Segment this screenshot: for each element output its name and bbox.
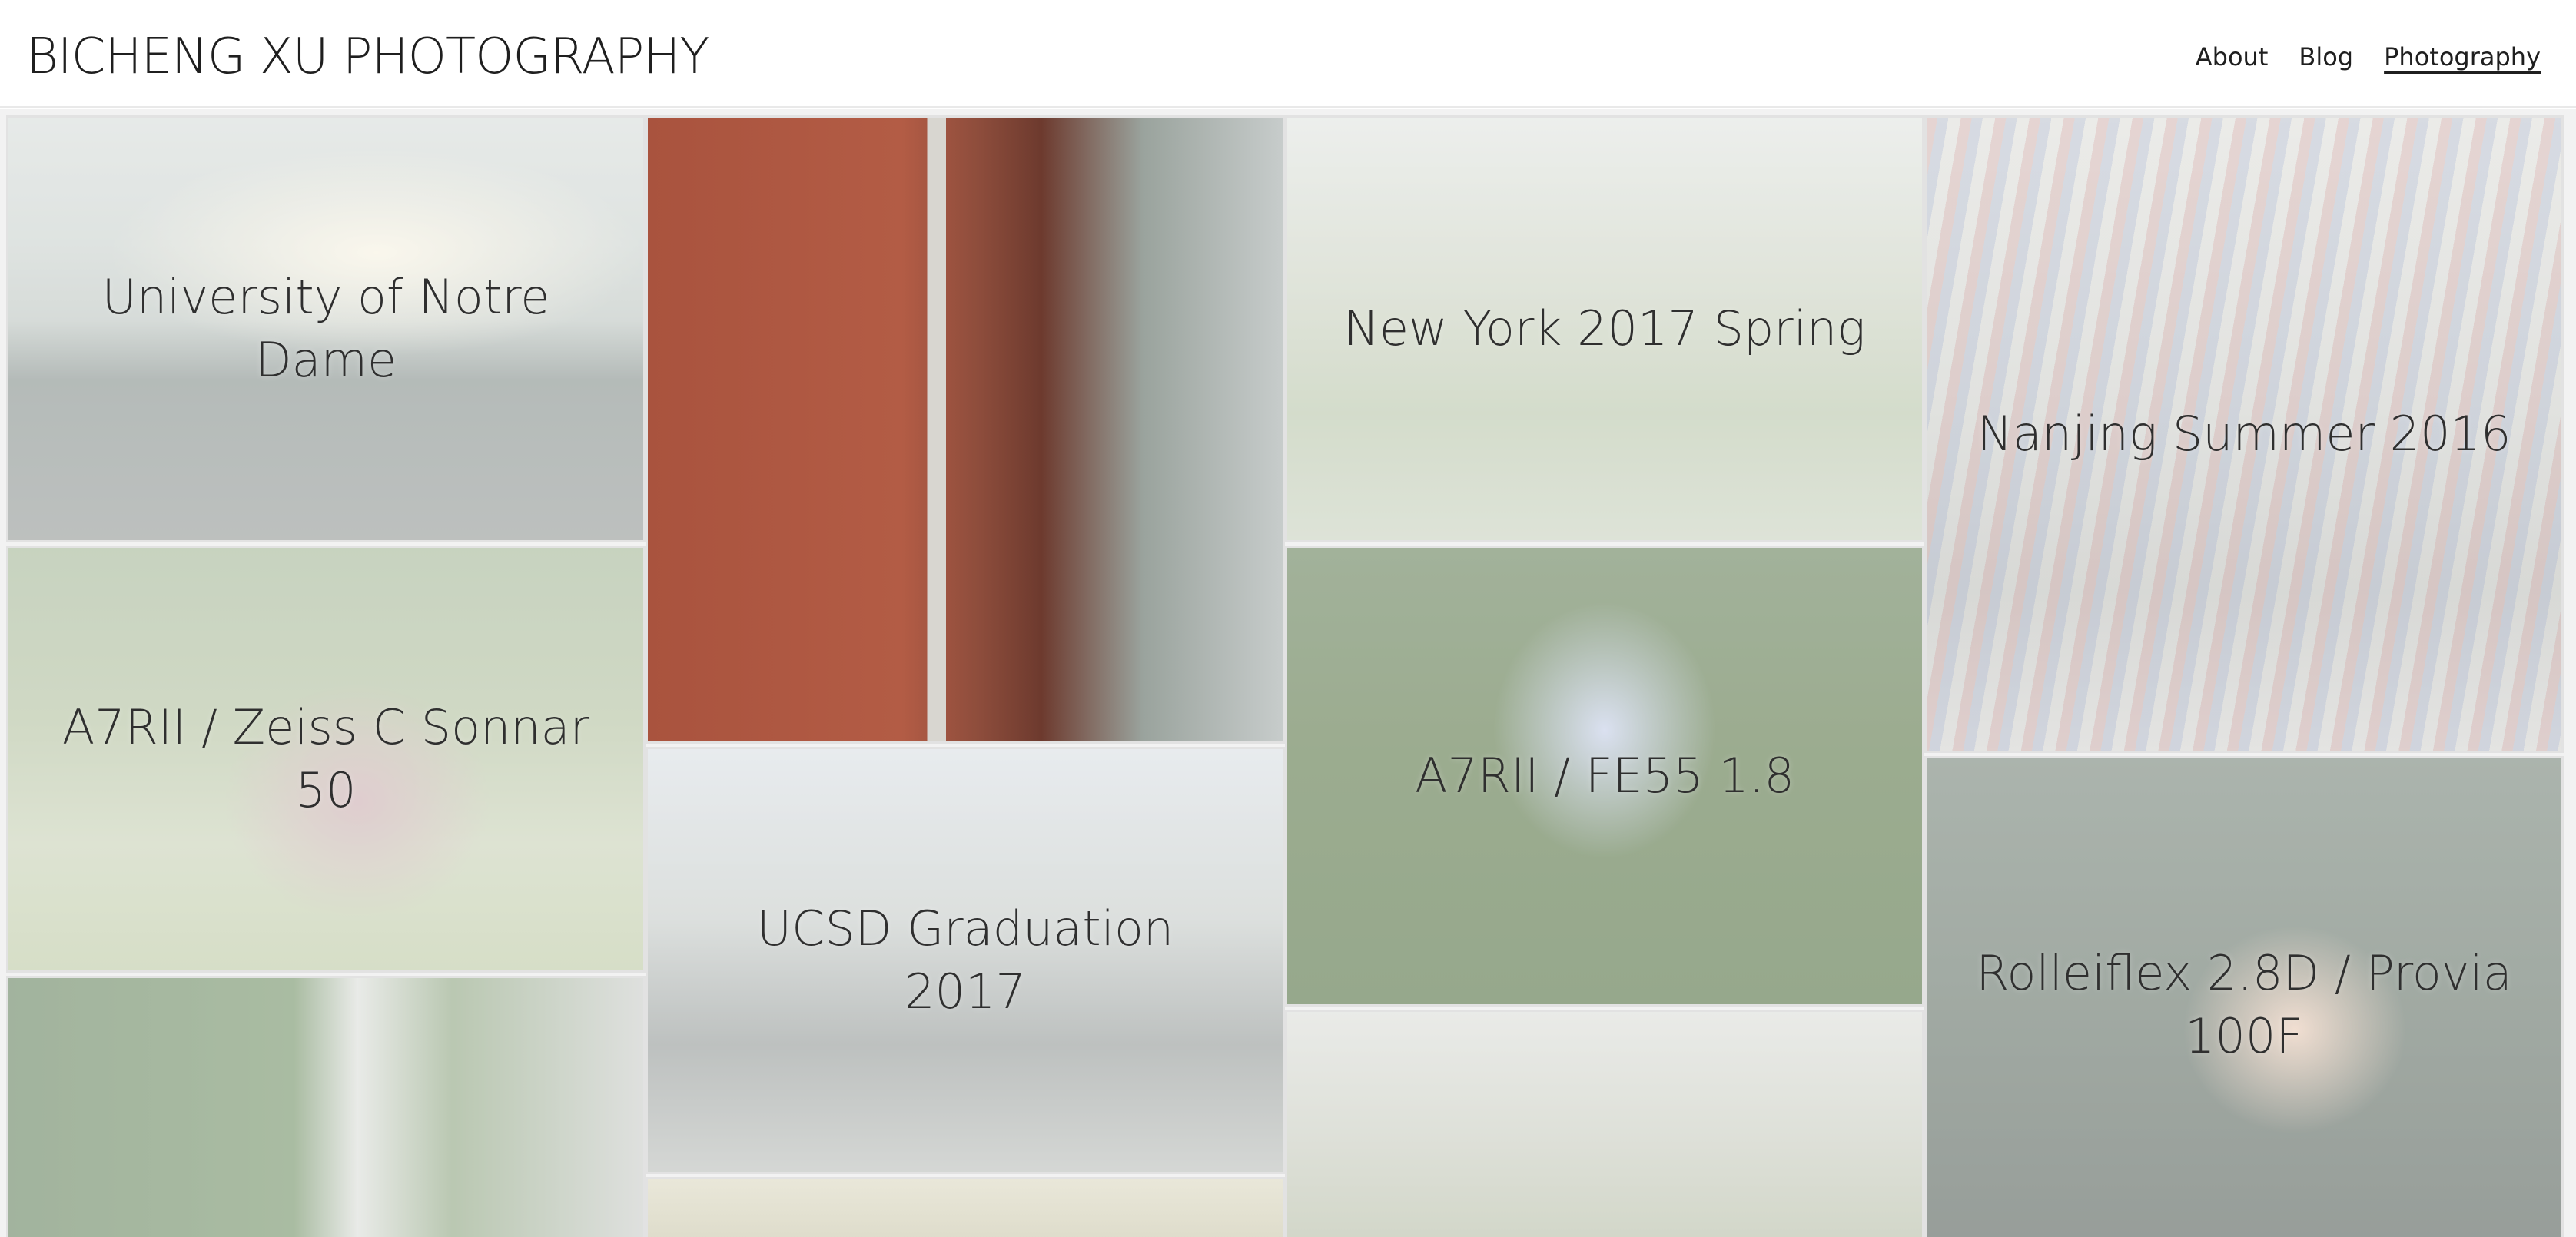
gallery-tile-rolleiflex-provia[interactable]: Rolleiflex 2.8D / Provia 100F: [1924, 756, 2564, 1237]
photo-overlay: [1287, 1012, 1922, 1237]
photo-overlay: [8, 978, 643, 1237]
gallery-tile-nanjing-summer[interactable]: Nanjing Summer 2016: [1924, 115, 2564, 753]
gallery-caption: Nanjing Summer 2016: [1977, 406, 2511, 462]
gallery-tile-yellow[interactable]: [646, 1177, 1285, 1237]
site-header: BICHENG XU PHOTOGRAPHY About Blog Photog…: [0, 0, 2576, 108]
site-title[interactable]: BICHENG XU PHOTOGRAPHY: [26, 26, 709, 88]
gallery-caption: Rolleiflex 2.8D / Provia 100F: [1976, 945, 2512, 1064]
gallery-caption: A7RII / FE55 1.8: [1415, 748, 1794, 804]
gallery-tile-ucsd-graduation[interactable]: UCSD Graduation 2017: [646, 747, 1285, 1174]
gallery-tile-notre-dame[interactable]: University of Notre Dame: [6, 115, 646, 542]
nav-about-link[interactable]: About: [2196, 38, 2269, 75]
gallery-photo: [648, 1179, 1283, 1237]
gallery-tile-street-portrait[interactable]: [1285, 1010, 1924, 1237]
main-nav: About Blog Photography: [2196, 38, 2541, 75]
gallery-tile-boy-window[interactable]: [6, 976, 646, 1237]
nav-photography-link[interactable]: Photography: [2384, 38, 2541, 75]
nav-blog-link[interactable]: Blog: [2299, 38, 2353, 75]
gallery-tile-new-york-spring[interactable]: New York 2017 Spring: [1285, 115, 1924, 542]
gallery-caption: New York 2017 Spring: [1343, 300, 1866, 357]
photo-gallery: University of Notre Dame A7RII / Zeiss C…: [0, 109, 2576, 1237]
gallery-caption: A7RII / Zeiss C Sonnar 50: [61, 699, 590, 818]
gallery-caption: University of Notre Dame: [101, 269, 550, 388]
gallery-caption: UCSD Graduation 2017: [756, 900, 1174, 1020]
gallery-tile-a7rii-fe55[interactable]: A7RII / FE55 1.8: [1285, 546, 1924, 1007]
gallery-tile-a7rii-zeiss[interactable]: A7RII / Zeiss C Sonnar 50: [6, 546, 646, 973]
gallery-photo: [648, 118, 1283, 741]
gallery-tile-brick-wall[interactable]: [646, 115, 1285, 744]
